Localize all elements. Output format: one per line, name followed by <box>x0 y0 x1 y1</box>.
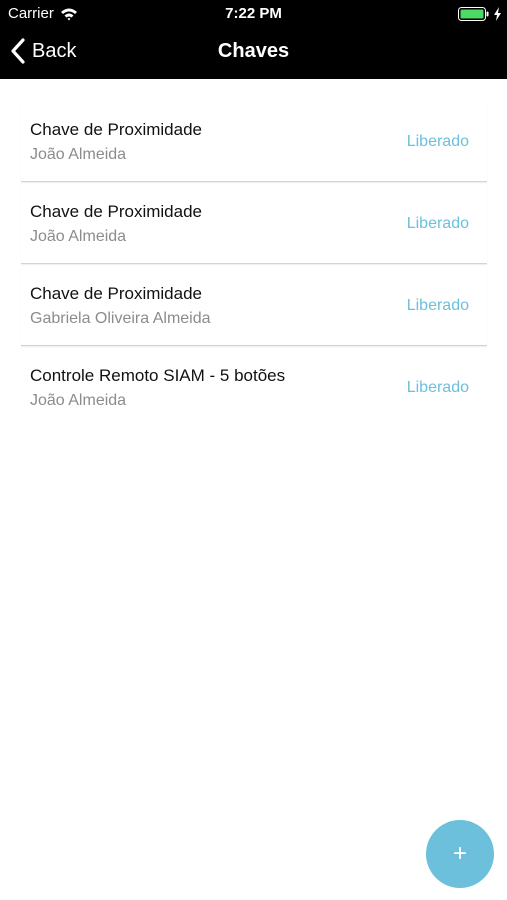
battery-indicator <box>458 6 502 22</box>
key-name: Chave de Proximidade <box>30 284 202 303</box>
key-status: Liberado <box>406 297 469 314</box>
key-owner: João Almeida <box>30 146 127 163</box>
top-bar: Carrier 7:22 PM Back Chaves <box>0 0 507 79</box>
charging-bolt-icon <box>494 7 501 21</box>
key-list: Chave de Proximidade João Almeida Libera… <box>21 100 487 427</box>
status-time: 7:22 PM <box>225 5 282 22</box>
key-owner: João Almeida <box>30 392 127 409</box>
key-owner: Gabriela Oliveira Almeida <box>30 310 211 327</box>
list-item[interactable]: Chave de Proximidade João Almeida Libera… <box>21 182 487 264</box>
list-item[interactable]: Chave de Proximidade Gabriela Oliveira A… <box>21 264 487 346</box>
status-bar: Carrier 7:22 PM <box>0 0 507 28</box>
key-name: Controle Remoto SIAM - 5 botões <box>30 366 286 385</box>
key-name: Chave de Proximidade <box>30 202 202 221</box>
plus-icon: + <box>452 840 467 867</box>
key-status: Liberado <box>406 215 469 232</box>
key-name: Chave de Proximidade <box>30 120 202 139</box>
page-title: Chaves <box>217 40 290 62</box>
list-item[interactable]: Controle Remoto SIAM - 5 botões João Alm… <box>21 346 487 427</box>
navigation-bar: Back Chaves <box>0 28 507 79</box>
key-status: Liberado <box>406 133 469 150</box>
list-item[interactable]: Chave de Proximidade João Almeida Libera… <box>21 100 487 182</box>
battery-icon <box>458 7 489 21</box>
add-key-button[interactable]: + <box>426 820 494 888</box>
key-owner: João Almeida <box>30 228 127 245</box>
key-status: Liberado <box>406 379 469 396</box>
